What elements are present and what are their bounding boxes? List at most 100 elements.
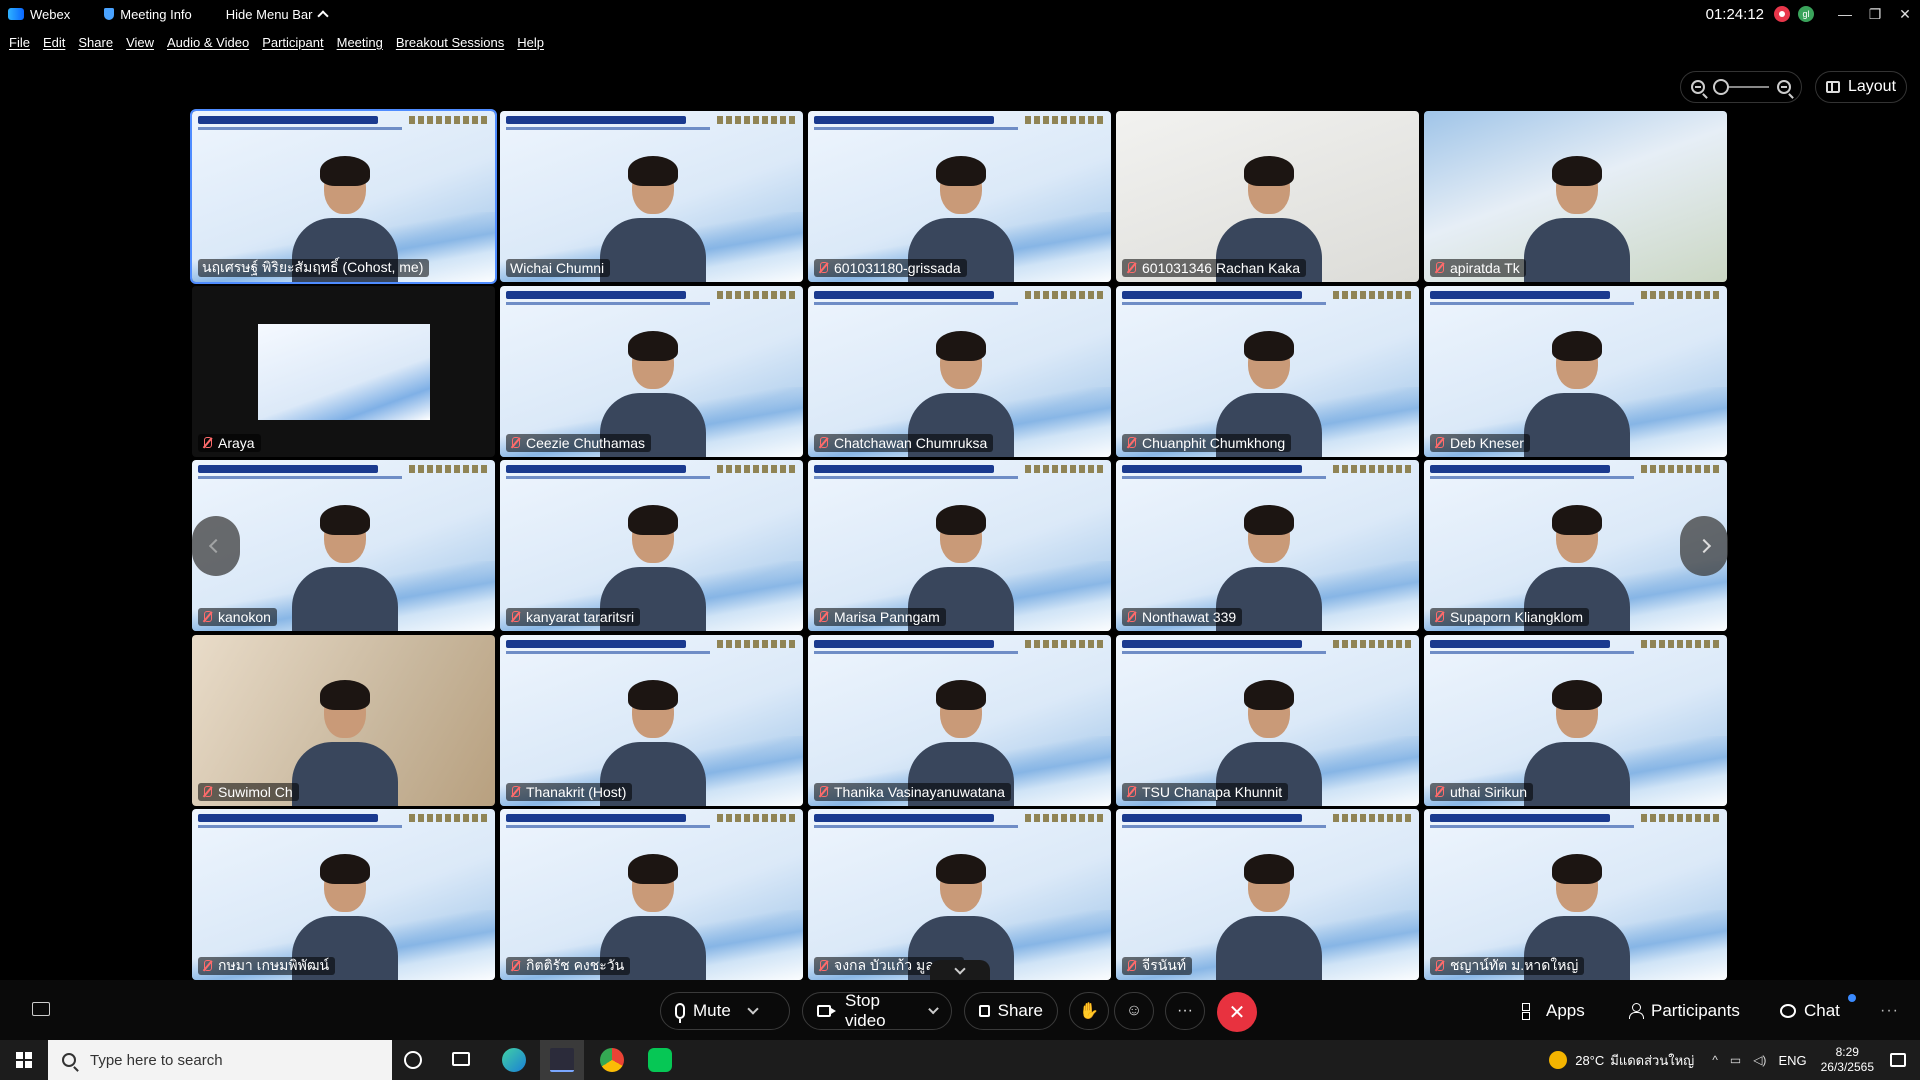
menu-breakout-sessions[interactable]: Breakout Sessions xyxy=(396,35,504,50)
menu-view[interactable]: View xyxy=(126,35,154,50)
menu-participant[interactable]: Participant xyxy=(262,35,323,50)
menu-help[interactable]: Help xyxy=(517,35,544,50)
weather-temperature[interactable]: 28°C xyxy=(1575,1053,1604,1068)
weather-description[interactable]: มีแดดส่วนใหญ่ xyxy=(1610,1050,1694,1071)
participant-tile[interactable]: Marisa Panngam xyxy=(808,460,1111,631)
participant-name-tag: นฤเศรษฐ์ พิริยะสัมฤทธิ์ (Cohost, me) xyxy=(198,259,430,277)
menu-file[interactable]: File xyxy=(9,35,30,50)
volume-icon[interactable]: ◁) xyxy=(1753,1053,1766,1067)
participant-tile[interactable]: Chuanphit Chumkhong xyxy=(1116,285,1419,457)
chevron-down-icon[interactable] xyxy=(928,1003,939,1015)
chat-button[interactable]: Chat xyxy=(1780,992,1840,1030)
participant-tile[interactable]: Ceezie Chuthamas xyxy=(500,285,803,457)
tray-date: 26/3/2565 xyxy=(1820,1060,1874,1074)
chevron-down-icon[interactable] xyxy=(747,1003,759,1015)
virtual-background-banner xyxy=(506,290,797,309)
virtual-background-banner xyxy=(1430,639,1721,658)
participant-tile[interactable]: Deb Kneser xyxy=(1424,285,1727,457)
participant-name: Araya xyxy=(218,434,255,451)
zoom-slider-thumb[interactable] xyxy=(1713,79,1729,95)
taskbar-search-input[interactable]: Type here to search xyxy=(48,1040,392,1080)
windows-start-icon[interactable] xyxy=(16,1052,32,1068)
meeting-info-button[interactable]: Meeting Info xyxy=(104,7,192,22)
collapse-controls-button[interactable] xyxy=(930,960,990,982)
layout-label: Layout xyxy=(1847,78,1897,95)
menu-meeting[interactable]: Meeting xyxy=(337,35,383,50)
participants-button[interactable]: Participants xyxy=(1629,992,1740,1030)
apps-button[interactable]: Apps xyxy=(1522,992,1585,1030)
participant-tile[interactable]: กษมา เกษมพิพัฒน์ xyxy=(192,809,495,980)
input-language[interactable]: ENG xyxy=(1778,1053,1806,1068)
recording-icon[interactable] xyxy=(1774,6,1790,22)
more-options-button[interactable]: ··· xyxy=(1165,992,1205,1030)
menu-share[interactable]: Share xyxy=(78,35,113,50)
participant-tile[interactable]: นฤเศรษฐ์ พิริยะสัมฤทธิ์ (Cohost, me) xyxy=(190,109,497,284)
raise-hand-button[interactable]: ✋ xyxy=(1069,992,1109,1030)
zoom-in-icon[interactable] xyxy=(1777,80,1791,94)
participant-tile[interactable]: Wichai Chumni xyxy=(500,111,803,282)
more-icon[interactable]: ··· xyxy=(1880,1002,1899,1020)
share-button[interactable]: Share xyxy=(964,992,1058,1030)
close-button[interactable]: ✕ xyxy=(1890,6,1920,23)
chrome-browser-icon[interactable] xyxy=(600,1048,624,1072)
participant-tile[interactable]: Araya xyxy=(192,285,495,457)
virtual-background-banner xyxy=(814,639,1105,658)
participant-name: TSU Chanapa Khunnit xyxy=(1142,783,1283,800)
participant-tile[interactable]: apiratda Tk xyxy=(1424,111,1727,282)
layout-button[interactable]: Layout xyxy=(1815,71,1907,103)
stop-video-button[interactable]: Stop video xyxy=(802,991,952,1030)
virtual-background-banner xyxy=(198,814,489,832)
line-app-icon[interactable] xyxy=(648,1048,672,1072)
participant-name-tag: Suwimol Ch xyxy=(198,782,299,801)
zoom-out-icon[interactable] xyxy=(1691,80,1705,94)
next-page-button[interactable] xyxy=(1680,516,1728,576)
webex-app-icon[interactable] xyxy=(550,1048,574,1072)
participant-tile[interactable]: Thanakrit (Host) xyxy=(500,634,803,806)
cortana-icon[interactable] xyxy=(404,1051,422,1069)
participant-name-tag: Chatchawan Chumruksa xyxy=(814,433,994,452)
edge-browser-icon[interactable] xyxy=(502,1048,526,1072)
menu-edit[interactable]: Edit xyxy=(43,35,65,50)
participant-tile[interactable]: กิตติรัช คงชะวัน xyxy=(500,809,803,980)
reactions-button[interactable]: ☺ xyxy=(1114,992,1154,1030)
participant-tile[interactable]: 601031180-grissada xyxy=(808,111,1111,282)
avatar[interactable]: gl xyxy=(1798,6,1814,22)
microphone-muted-icon xyxy=(1126,960,1136,972)
participant-tile[interactable]: 601031346 Rachan Kaka xyxy=(1116,111,1419,282)
stop-video-label: Stop video xyxy=(845,991,886,1030)
virtual-background-banner xyxy=(506,465,797,483)
restore-button[interactable]: ❐ xyxy=(1860,6,1890,23)
participant-tile[interactable]: TSU Chanapa Khunnit xyxy=(1116,634,1419,806)
chat-unread-indicator xyxy=(1848,994,1856,1002)
menu-audio-video[interactable]: Audio & Video xyxy=(167,35,249,50)
participant-tile[interactable]: kanyarat tararitsri xyxy=(500,460,803,631)
microphone-muted-icon xyxy=(202,611,212,623)
virtual-background-banner xyxy=(506,116,797,134)
apps-label: Apps xyxy=(1546,1001,1585,1020)
participant-tile[interactable]: จงกล บัวแก้ว มูลสาร xyxy=(808,809,1111,980)
participant-video xyxy=(1208,840,1328,980)
previous-page-button[interactable] xyxy=(192,516,240,576)
hide-menu-bar-button[interactable]: Hide Menu Bar xyxy=(226,7,329,22)
chevron-up-icon xyxy=(316,10,329,22)
participant-tile[interactable]: Chatchawan Chumruksa xyxy=(808,285,1111,457)
network-icon[interactable]: ▭ xyxy=(1730,1053,1741,1067)
participant-tile[interactable]: uthai Sirikun xyxy=(1424,634,1727,806)
participant-tile[interactable]: จีรนันท์ xyxy=(1116,809,1419,980)
participant-name-tag: Thanika Vasinayanuwatana xyxy=(814,782,1011,801)
tray-clock[interactable]: 8:29 26/3/2565 xyxy=(1821,1045,1874,1075)
participant-tile[interactable]: Thanika Vasinayanuwatana xyxy=(808,634,1111,806)
mute-button[interactable]: Mute xyxy=(660,992,790,1030)
weather-sun-icon[interactable] xyxy=(1549,1051,1568,1069)
zoom-slider[interactable] xyxy=(1713,79,1769,95)
participant-tile[interactable]: Nonthawat 339 xyxy=(1116,460,1419,631)
notification-icon[interactable] xyxy=(1890,1053,1906,1067)
minimize-button[interactable]: — xyxy=(1830,6,1860,22)
participant-tile[interactable]: Suwimol Ch xyxy=(192,634,495,806)
task-view-icon[interactable] xyxy=(452,1052,470,1066)
closed-captions-icon[interactable] xyxy=(32,1002,50,1016)
participant-tile[interactable]: ชญาน์ทัต ม.หาดใหญ่ xyxy=(1424,809,1727,980)
participant-name-tag: ชญาน์ทัต ม.หาดใหญ่ xyxy=(1430,957,1585,975)
tray-overflow-icon[interactable]: ^ xyxy=(1712,1053,1718,1067)
leave-meeting-button[interactable]: ✕ xyxy=(1217,992,1257,1032)
